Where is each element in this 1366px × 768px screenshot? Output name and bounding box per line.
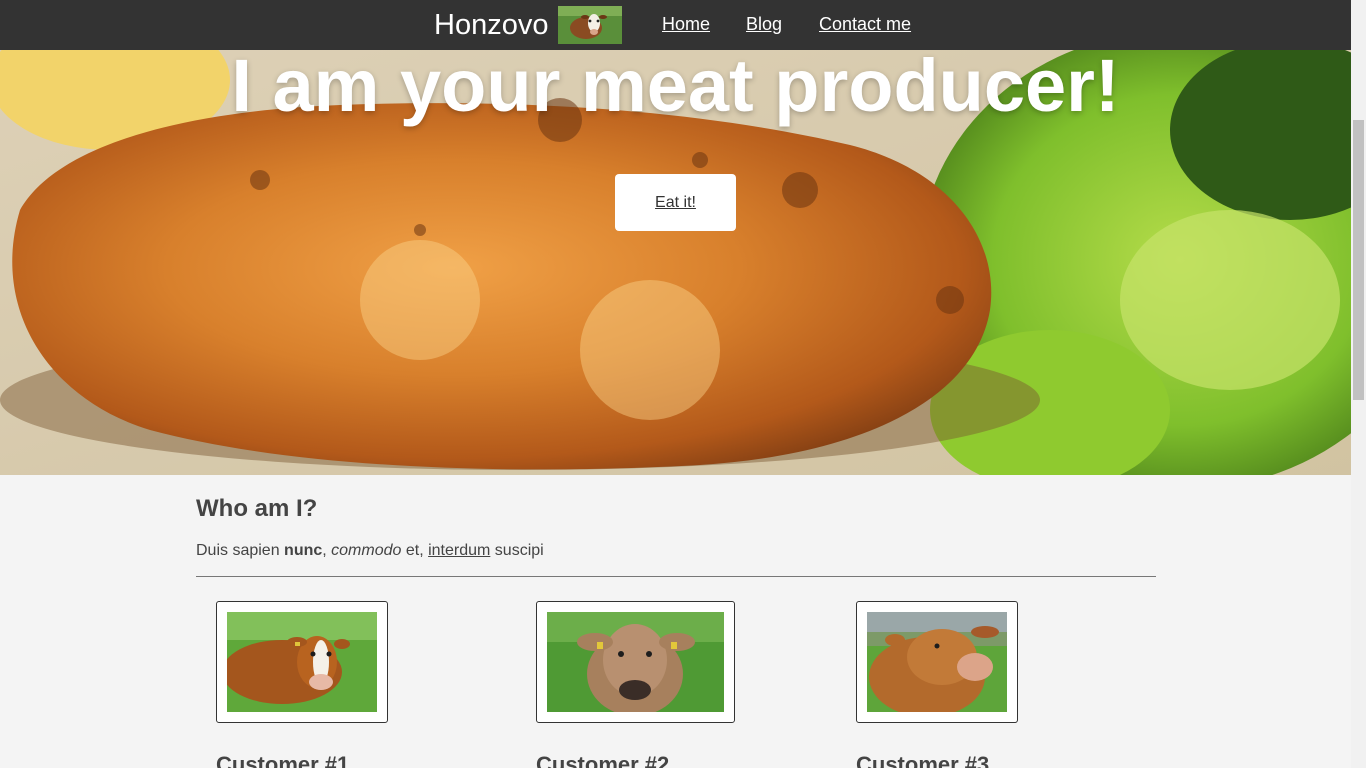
about-text-italic: commodo	[331, 542, 402, 559]
customers-list: Customer #1 Customer #2 Customer #3	[196, 577, 1156, 768]
customer-photo-frame	[856, 601, 1018, 723]
main-content: Who am I? Duis sapien nunc, commodo et, …	[196, 475, 1156, 768]
customer-1-cow-photo	[227, 612, 377, 712]
nav-blog[interactable]: Blog	[746, 14, 782, 35]
customer-photo-frame	[536, 601, 735, 723]
eat-it-button[interactable]: Eat it!	[615, 174, 736, 231]
about-text-bold: nunc	[284, 542, 323, 559]
brand-link[interactable]: Honzovo	[434, 0, 623, 50]
navbar: Honzovo Home Blog Contact me	[0, 0, 1351, 50]
hero-title: I am your meat producer!	[231, 50, 1120, 127]
brand-name: Honzovo	[434, 8, 549, 41]
hero: I am your meat producer! Eat it!	[0, 50, 1351, 475]
nav-contact[interactable]: Contact me	[819, 14, 911, 35]
customer-photo-frame	[216, 601, 388, 723]
about-text-link[interactable]: interdum	[428, 542, 490, 559]
customer-name: Customer #2	[536, 752, 670, 768]
customer-name: Customer #1	[216, 752, 350, 768]
scrollbar-thumb[interactable]	[1353, 120, 1364, 400]
customer-name: Customer #3	[856, 752, 990, 768]
about-title: Who am I?	[196, 495, 318, 522]
customer-card: Customer #1	[216, 601, 388, 768]
customer-3-cow-photo	[867, 612, 1007, 712]
page-scrollbar[interactable]	[1351, 0, 1366, 768]
about-text: Duis sapien nunc, commodo et, interdum s…	[196, 542, 1156, 560]
about-text-part: ,	[322, 542, 332, 559]
about-text-part: suscipi	[490, 542, 544, 559]
page: Honzovo Home Blog Contact me I am your m…	[0, 0, 1351, 768]
customer-card: Customer #3	[856, 601, 1018, 768]
about-text-part: Duis sapien	[196, 542, 285, 559]
brand-cow-logo	[558, 6, 623, 44]
about-text-part: et,	[401, 542, 429, 559]
nav-home[interactable]: Home	[662, 14, 710, 35]
customer-card: Customer #2	[536, 601, 735, 768]
customer-2-cow-photo	[547, 612, 724, 712]
